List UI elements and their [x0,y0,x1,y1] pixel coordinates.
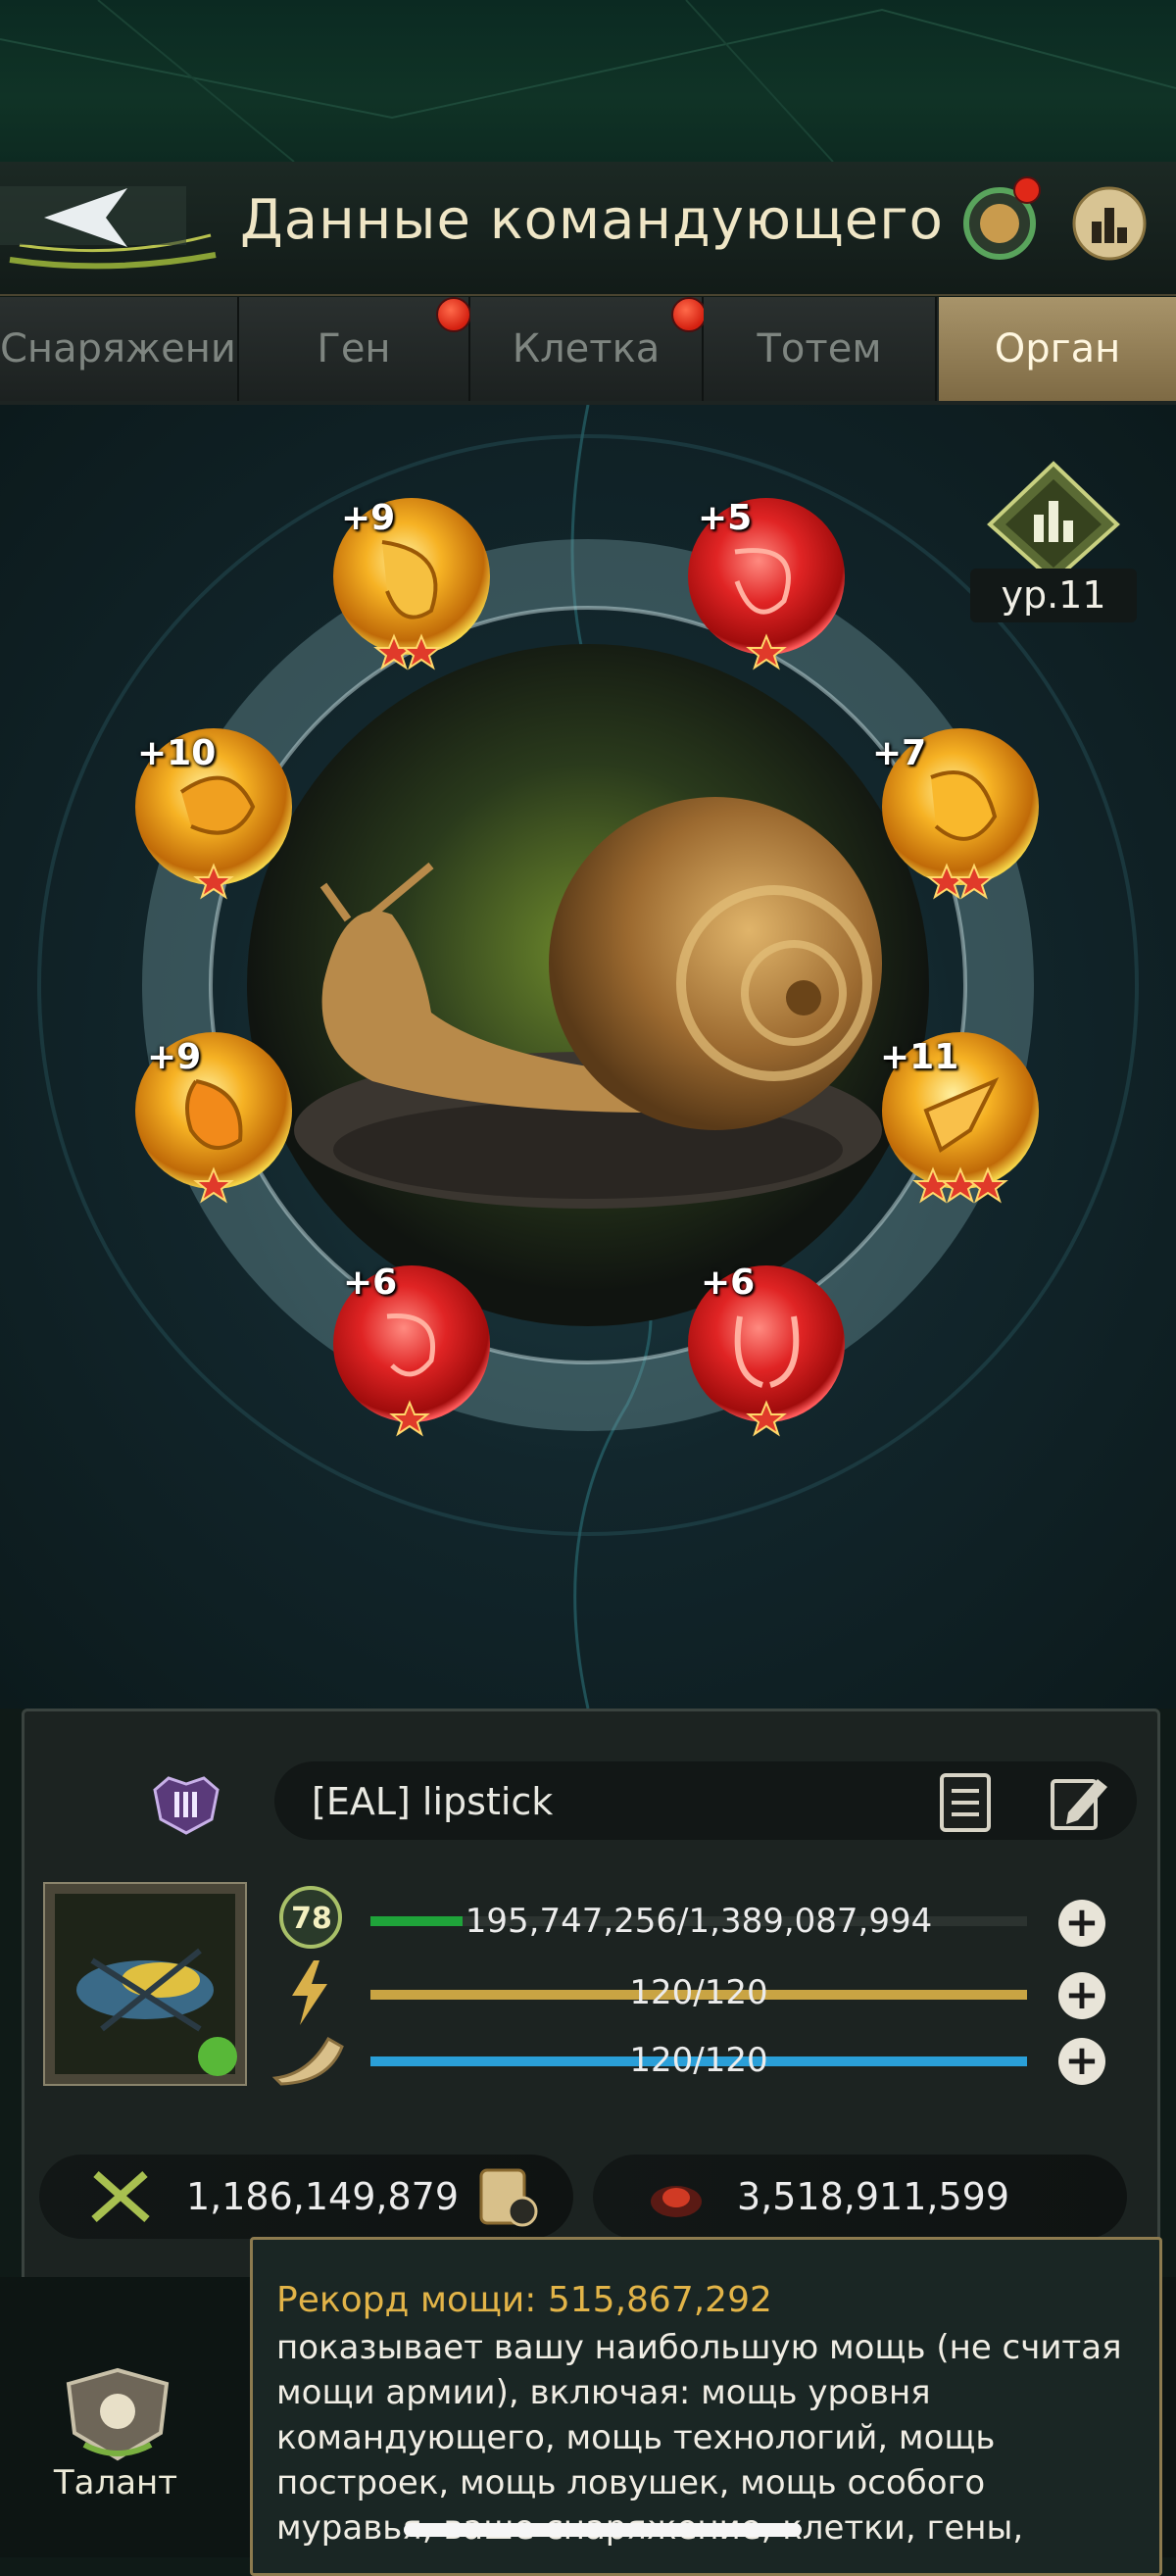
talent-button[interactable] [59,2364,176,2462]
commander-avatar[interactable] [41,1880,249,2088]
scroll-clock-icon[interactable] [473,2164,542,2229]
stats-button[interactable] [1072,186,1147,261]
organ-slot-6-level: +11 [880,1037,959,1077]
document-icon[interactable] [936,1771,999,1834]
refresh-icon[interactable] [198,2037,237,2076]
cell-notification-dot [671,297,707,332]
commander-swap-icon[interactable] [960,176,1045,261]
top-background-lines [0,0,1176,162]
exp-text: 195,747,256/1,389,087,994 [465,1902,933,1941]
tab-organ[interactable]: Орган [939,297,1176,401]
stamina-text: 120/120 [629,2041,768,2080]
organ-slot-2-level: +5 [698,498,753,538]
bar-chart-icon [1072,186,1147,261]
tooltip-title: Рекорд мощи: 515,867,292 [276,2280,772,2320]
commander-level: 78 [291,1902,332,1936]
page-title: Данные командующего [240,188,944,252]
organ-level-text: ур.11 [970,569,1137,622]
organ-slot-4-level: +7 [872,733,927,773]
gene-notification-dot [436,297,471,332]
rank-badge-icon [147,1770,225,1839]
tab-cell[interactable]: Клетка [470,297,704,401]
talent-label: Талант [53,2463,178,2502]
crossed-swords-icon [86,2168,155,2227]
back-button[interactable] [0,167,220,274]
top-status-area [0,0,1176,162]
organ-slot-7-level: +6 [343,1263,398,1303]
organ-slot-3-level: +10 [137,733,217,773]
organ-slot-1-level: +9 [341,498,396,538]
talent-crest-icon [66,2367,170,2461]
tab-totem[interactable]: Тотем [704,297,937,401]
power-value: 1,186,149,879 [186,2175,460,2218]
notification-dot [1013,176,1041,204]
home-indicator [404,2523,802,2537]
organ-slot-8-level: +6 [701,1263,756,1303]
commander-name: [EAL] lipstick [312,1780,554,1823]
lightning-icon [284,1958,333,2027]
level-chart-icon [987,461,1120,584]
kills-value: 3,518,911,599 [737,2175,1010,2218]
energy-text: 120/120 [629,1973,768,2012]
add-exp-button[interactable]: + [1058,1900,1105,1947]
add-energy-button[interactable]: + [1058,1972,1105,2019]
ant-kill-icon [642,2168,710,2227]
horn-icon [270,2027,348,2086]
organ-slot-5-level: +9 [147,1037,202,1077]
tab-equipment[interactable]: Снаряжение [0,297,239,401]
back-arrow-icon [0,186,217,270]
edit-icon[interactable] [1047,1769,1111,1834]
add-stamina-button[interactable]: + [1058,2038,1105,2085]
